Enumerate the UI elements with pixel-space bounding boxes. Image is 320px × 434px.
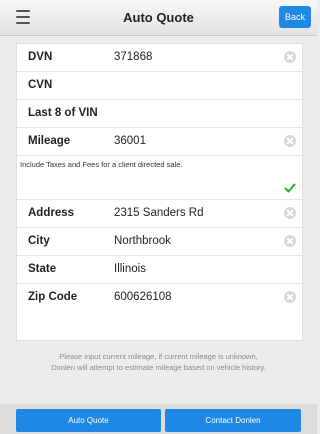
quote-form: DVN 371868 CVN Last 8 of VIN Mileage 360… xyxy=(16,43,303,341)
cvn-row: CVN xyxy=(17,72,302,100)
auto-quote-button[interactable]: Auto Quote xyxy=(16,409,161,432)
city-label: City xyxy=(28,235,50,247)
state-label: State xyxy=(28,263,57,275)
dvn-field[interactable]: 371868 xyxy=(114,51,152,63)
clear-icon[interactable] xyxy=(284,291,296,303)
dvn-row: DVN 371868 xyxy=(17,44,302,72)
clear-icon[interactable] xyxy=(284,51,296,63)
dvn-label: DVN xyxy=(28,51,53,63)
state-row: State Illinois xyxy=(17,256,302,284)
info-line-1: Please input current mileage, if current… xyxy=(59,352,258,361)
app-header: Auto Quote Back xyxy=(0,0,317,36)
footer-bar: Auto Quote Contact Donlen xyxy=(0,404,317,434)
mileage-field[interactable]: 36001 xyxy=(114,135,146,147)
state-field[interactable]: Illinois xyxy=(114,263,146,275)
vin-label: Last 8 of VIN xyxy=(28,107,98,119)
address-row: Address 2315 Sanders Rd xyxy=(17,200,302,228)
city-field[interactable]: Northbrook xyxy=(114,235,171,247)
zip-label: Zip Code xyxy=(28,291,78,303)
zip-row: Zip Code 600626108 xyxy=(17,284,302,314)
info-line-2: Donlen will attempt to estimate mileage … xyxy=(51,363,266,372)
check-icon xyxy=(284,183,296,193)
clear-icon[interactable] xyxy=(284,207,296,219)
taxes-fees-note: Include Taxes and Fees for a client dire… xyxy=(20,160,183,169)
back-button[interactable]: Back xyxy=(279,6,311,28)
clear-icon[interactable] xyxy=(284,135,296,147)
taxes-fees-toggle[interactable]: Include Taxes and Fees for a client dire… xyxy=(17,156,302,200)
zip-field[interactable]: 600626108 xyxy=(114,291,172,303)
clear-icon[interactable] xyxy=(284,235,296,247)
address-field[interactable]: 2315 Sanders Rd xyxy=(114,207,204,219)
mileage-info: Please input current mileage, if current… xyxy=(20,351,297,373)
city-row: City Northbrook xyxy=(17,228,302,256)
contact-donlen-button[interactable]: Contact Donlen xyxy=(165,409,301,432)
cvn-label: CVN xyxy=(28,79,53,91)
mileage-label: Mileage xyxy=(28,135,71,147)
page-title: Auto Quote xyxy=(123,10,194,25)
address-label: Address xyxy=(28,207,75,219)
vin-row: Last 8 of VIN xyxy=(17,100,302,128)
mileage-row: Mileage 36001 xyxy=(17,128,302,156)
